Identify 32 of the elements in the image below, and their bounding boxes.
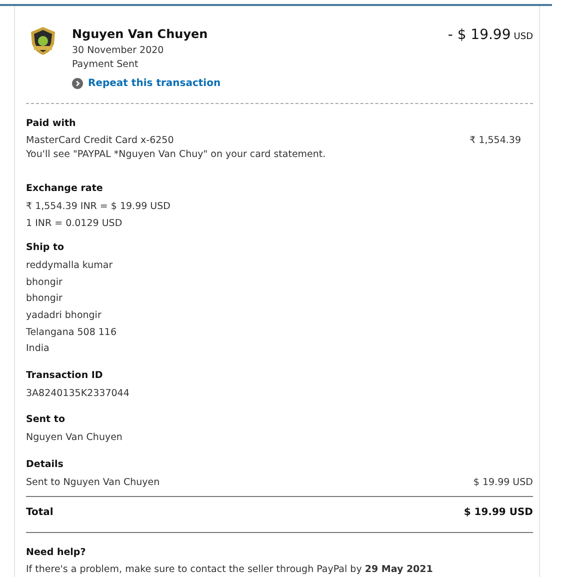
section-heading: Details <box>26 458 64 470</box>
shield-badge-icon <box>28 26 58 56</box>
total-label: Total <box>26 506 54 518</box>
section-heading: Ship to <box>26 242 66 254</box>
total-amount: $ 19.99 USD <box>464 506 533 518</box>
recipient-name: Nguyen Van Chuyen <box>26 431 124 446</box>
address-line: yadadri bhongir <box>26 308 102 323</box>
chevron-circle-icon <box>72 78 83 89</box>
transaction-date: 30 November 2020 <box>72 44 165 58</box>
address-line: bhongir <box>26 276 64 290</box>
transaction-status: Payment Sent <box>72 58 140 71</box>
transaction-amount: - $ 19.99 USD <box>448 27 533 45</box>
address-line: reddymalla kumar <box>26 259 114 274</box>
help-text: If there's a problem, make sure to contact the seller through PayPal by 29 May 2021 <box>26 562 434 577</box>
card-name: MasterCard Credit Card x-6250 <box>26 134 174 148</box>
card-amount: ₹ 1,554.39 <box>470 134 521 148</box>
section-heading: Need help? <box>26 546 87 558</box>
address-line: India <box>26 342 50 356</box>
detail-label: Sent to Nguyen Van Chuyen <box>26 476 160 490</box>
detail-amount: $ 19.99 USD <box>473 476 533 490</box>
statement-note: You'll see "PAYPAL *Nguyen Van Chuy" on your card statement. <box>26 148 327 161</box>
section-heading: Transaction ID <box>26 370 104 381</box>
section-heading: Sent to <box>26 414 66 426</box>
address-line: Telangana 508 116 <box>26 326 118 340</box>
section-heading: Paid with <box>26 118 77 129</box>
transaction-id: 3A8240135K2337044 <box>26 386 130 401</box>
exchange-rate-text: 1 INR = 0.0129 USD <box>26 216 124 231</box>
payee-name: Nguyen Van Chuyen <box>72 27 209 41</box>
exchange-rate-text: ₹ 1,554.39 INR = $ 19.99 USD <box>26 200 172 214</box>
section-heading: Exchange rate <box>26 183 104 194</box>
address-line: bhongir <box>26 292 64 306</box>
repeat-transaction-link[interactable]: Repeat this transaction <box>72 78 221 89</box>
